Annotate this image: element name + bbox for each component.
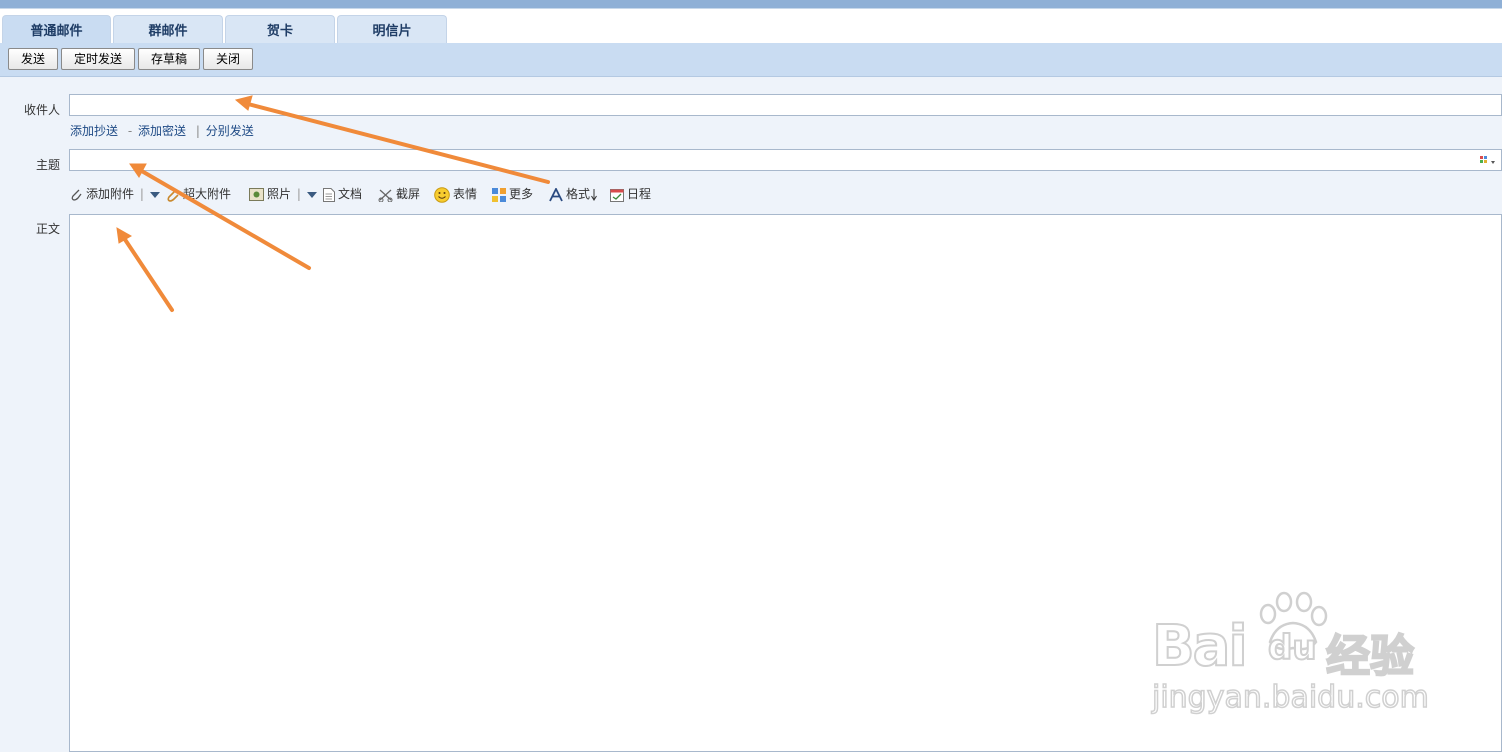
large-attachment-label: 超大附件 bbox=[183, 187, 232, 201]
format-button[interactable]: 格式 bbox=[549, 184, 600, 204]
grid-more-icon bbox=[492, 187, 506, 202]
emoji-button[interactable]: 表情 bbox=[434, 184, 477, 204]
watermark-brand-du: du bbox=[1267, 627, 1318, 669]
paperclip-icon bbox=[71, 189, 82, 201]
add-attachment-button[interactable]: 添加附件 | bbox=[70, 184, 163, 204]
scheduled-send-button[interactable]: 定时发送 bbox=[61, 48, 135, 70]
recipient-input[interactable] bbox=[69, 94, 1502, 116]
calendar-label: 日程 bbox=[627, 187, 652, 201]
watermark-brand: Bai bbox=[1151, 613, 1249, 680]
separate-send-link[interactable]: 分别发送 bbox=[206, 124, 254, 138]
tab-normal-mail[interactable]: 普通邮件 bbox=[2, 15, 111, 43]
document-label: 文档 bbox=[338, 187, 363, 201]
tab-postcard[interactable]: 明信片 bbox=[337, 15, 447, 43]
tab-greeting-card[interactable]: 贺卡 bbox=[225, 15, 335, 43]
more-button[interactable]: 更多 bbox=[492, 184, 533, 204]
add-bcc-link[interactable]: 添加密送 bbox=[138, 124, 186, 138]
scissors-icon bbox=[378, 189, 393, 202]
body-label: 正文 bbox=[35, 222, 60, 236]
document-icon bbox=[323, 187, 335, 202]
subject-input[interactable] bbox=[69, 149, 1502, 171]
screenshot-label: 截屏 bbox=[396, 187, 421, 201]
close-button[interactable]: 关闭 bbox=[203, 48, 253, 70]
arrow-down-icon bbox=[591, 188, 597, 201]
link-separator: - bbox=[127, 124, 133, 138]
emoji-label: 表情 bbox=[453, 187, 478, 201]
photo-button[interactable]: 照片 | bbox=[249, 184, 320, 204]
body-editor[interactable] bbox=[69, 214, 1502, 752]
document-button[interactable]: 文档 bbox=[323, 184, 362, 204]
smiley-icon bbox=[434, 186, 450, 203]
watermark-brand-cn: 经验 bbox=[1325, 630, 1415, 683]
calendar-button[interactable]: 日程 bbox=[610, 184, 651, 204]
font-format-icon bbox=[549, 187, 563, 201]
save-draft-button[interactable]: 存草稿 bbox=[138, 48, 200, 70]
subject-color-picker-icon[interactable] bbox=[1479, 155, 1499, 167]
compose-toolbar: 发送 定时发送 存草稿 关闭 bbox=[0, 43, 1502, 77]
large-paperclip-icon bbox=[167, 188, 179, 202]
photo-icon bbox=[249, 188, 264, 201]
tab-group-mail[interactable]: 群邮件 bbox=[113, 15, 223, 43]
link-separator: | bbox=[195, 124, 200, 138]
watermark-url: jingyan.baidu.com bbox=[1151, 679, 1429, 716]
calendar-icon bbox=[610, 188, 624, 202]
dropdown-separator: | bbox=[139, 187, 144, 201]
recipient-label: 收件人 bbox=[23, 103, 60, 117]
large-attachment-button[interactable]: 超大附件 bbox=[166, 184, 231, 204]
add-cc-link[interactable]: 添加抄送 bbox=[70, 124, 118, 138]
more-label: 更多 bbox=[509, 187, 534, 201]
chevron-down-icon[interactable] bbox=[149, 191, 160, 199]
add-attachment-label: 添加附件 bbox=[86, 187, 135, 201]
format-label: 格式 bbox=[566, 187, 591, 201]
send-button[interactable]: 发送 bbox=[8, 48, 58, 70]
dropdown-separator: | bbox=[296, 187, 301, 201]
screenshot-button[interactable]: 截屏 bbox=[378, 184, 420, 204]
photo-label: 照片 bbox=[267, 187, 292, 201]
compose-type-tabs: 普通邮件 群邮件 贺卡 明信片 bbox=[0, 9, 1502, 43]
window-top-border bbox=[0, 0, 1502, 9]
subject-label: 主题 bbox=[35, 158, 60, 172]
recipient-options: 添加抄送 - 添加密送 | 分别发送 bbox=[70, 122, 256, 139]
chevron-down-icon[interactable] bbox=[306, 191, 317, 199]
